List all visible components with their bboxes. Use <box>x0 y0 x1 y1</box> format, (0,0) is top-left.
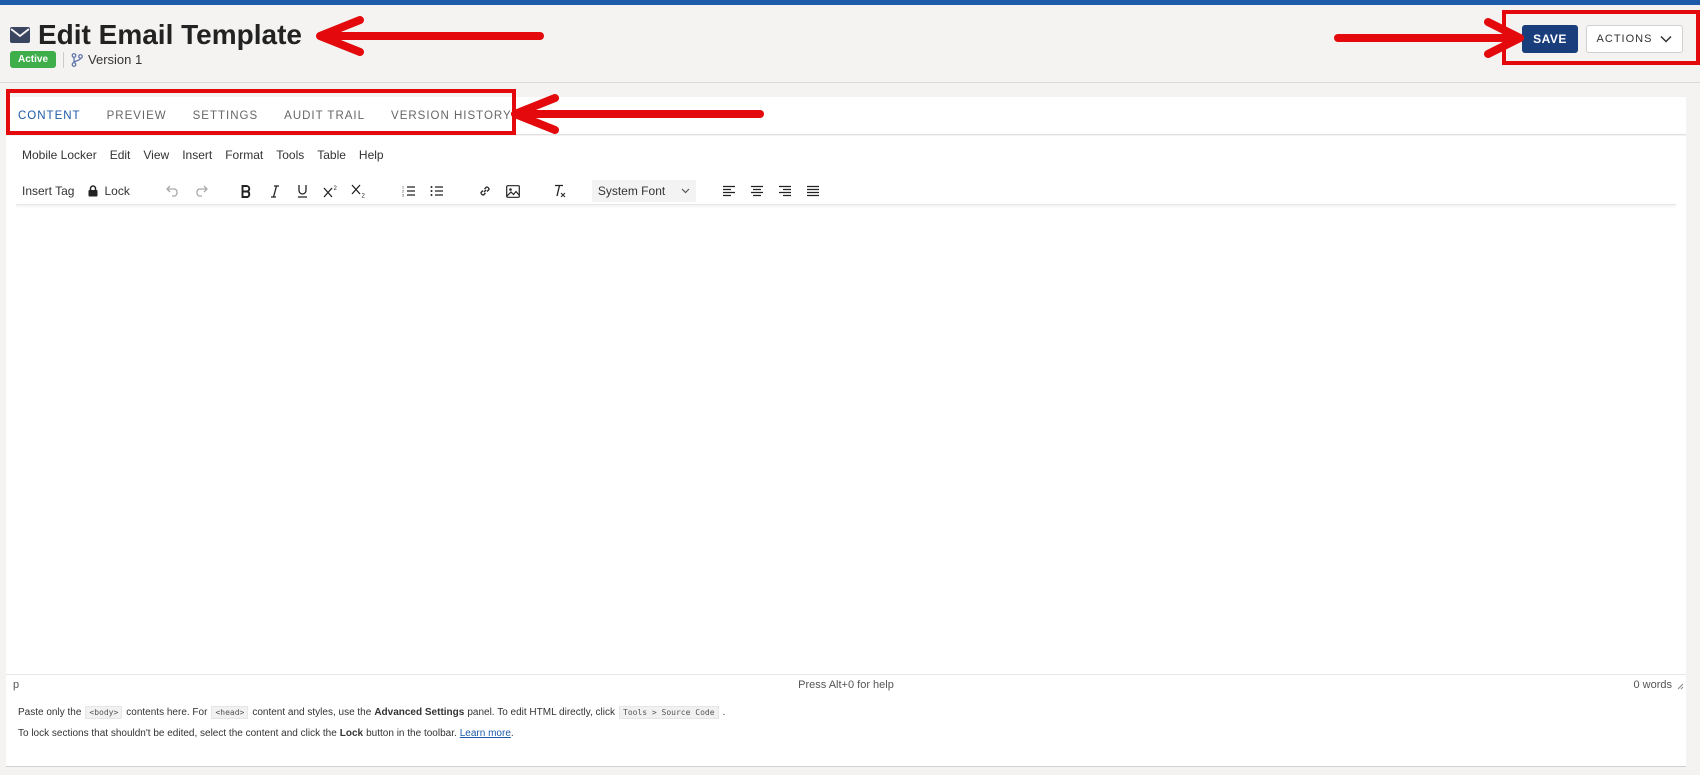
align-left-button[interactable] <box>716 178 742 204</box>
insert-tag-button[interactable]: Insert Tag <box>22 178 74 204</box>
link-icon <box>480 186 490 196</box>
lock-button[interactable]: Lock <box>88 178 130 204</box>
note-text: panel. To edit HTML directly, click <box>467 707 615 718</box>
menu-tools[interactable]: Tools <box>276 148 304 162</box>
underline-icon <box>298 185 308 198</box>
menu-edit[interactable]: Edit <box>110 148 131 162</box>
status-badge: Active <box>10 51 57 68</box>
menu-insert[interactable]: Insert <box>182 148 212 162</box>
align-center-button[interactable] <box>744 178 770 204</box>
editor-content-area[interactable] <box>6 208 1686 674</box>
align-right-button[interactable] <box>772 178 798 204</box>
superscript-icon: 2 <box>323 186 337 198</box>
branch-icon <box>71 52 83 67</box>
underline-button[interactable] <box>290 178 316 204</box>
justify-icon <box>806 185 819 197</box>
menu-view[interactable]: View <box>143 148 169 162</box>
note-text: button in the toolbar. <box>366 728 457 739</box>
editor-menubar: Mobile Locker Edit View Insert Format To… <box>22 148 397 162</box>
chevron-down-icon <box>681 188 690 194</box>
editor-statusbar: p Press Alt+0 for help 0 words <box>6 674 1686 694</box>
align-center-icon <box>750 185 763 197</box>
rich-text-editor: Mobile Locker Edit View Insert Format To… <box>6 136 1686 696</box>
font-family-value: System Font <box>597 184 666 198</box>
numbered-list-icon: 123 <box>402 186 415 198</box>
note-text: Paste only the <box>18 707 82 718</box>
toolbar-divider <box>16 202 1676 205</box>
link-button[interactable] <box>472 178 498 204</box>
meta-row: Active Version 1 <box>10 51 142 68</box>
italic-icon <box>270 184 279 198</box>
editor-help-notes: Paste only the <body> contents here. For… <box>6 695 1686 767</box>
note-bold: Advanced Settings <box>374 707 465 718</box>
note-line-1: Paste only the <body> contents here. For… <box>18 706 725 719</box>
note-text: contents here. For <box>126 707 208 718</box>
note-code: Tools > Source Code <box>619 706 719 719</box>
undo-button[interactable] <box>160 178 186 204</box>
page-title: Edit Email Template <box>38 19 302 50</box>
font-family-select[interactable]: System Font <box>591 180 696 202</box>
note-code: <body> <box>85 706 123 719</box>
justify-button[interactable] <box>800 178 826 204</box>
title-row: Edit Email Template <box>10 19 302 51</box>
version-label[interactable]: Version 1 <box>88 52 142 67</box>
resize-grip-icon[interactable] <box>1676 682 1684 690</box>
redo-icon <box>196 185 208 197</box>
annotation-box-tabs <box>6 89 516 135</box>
subscript-icon: 2 <box>351 184 365 199</box>
bold-button[interactable] <box>234 178 260 204</box>
svg-text:2: 2 <box>333 186 337 192</box>
undo-icon <box>165 185 178 197</box>
word-count[interactable]: 0 words <box>1633 679 1672 691</box>
note-text: . <box>722 707 726 718</box>
lock-label: Lock <box>104 184 130 198</box>
note-text: . <box>510 728 514 739</box>
svg-text:3: 3 <box>402 194 404 198</box>
align-left-icon <box>722 185 735 197</box>
superscript-button[interactable]: 2 <box>318 178 344 204</box>
envelope-icon <box>10 27 30 43</box>
align-right-icon <box>778 185 791 197</box>
bullet-list-icon <box>430 186 443 196</box>
menu-mobile-locker[interactable]: Mobile Locker <box>22 148 97 162</box>
editor-toolbar: Insert Tag Lock 2 2 123 System Font <box>22 178 1662 204</box>
note-bold: Lock <box>339 728 364 739</box>
image-icon <box>505 184 520 198</box>
svg-text:2: 2 <box>361 194 365 199</box>
help-hint: Press Alt+0 for help <box>798 679 894 691</box>
meta-divider <box>63 51 65 68</box>
page-header: Edit Email Template Active Version 1 SAV… <box>0 5 1700 83</box>
redo-button[interactable] <box>188 178 214 204</box>
annotation-box-header-buttons <box>1502 10 1700 65</box>
image-button[interactable] <box>500 178 526 204</box>
bullet-list-button[interactable] <box>424 178 450 204</box>
italic-button[interactable] <box>262 178 288 204</box>
subscript-button[interactable]: 2 <box>346 178 372 204</box>
note-line-2: To lock sections that shouldn't be edite… <box>18 728 514 739</box>
clear-formatting-button[interactable] <box>546 178 572 204</box>
learn-more-link[interactable]: Learn more <box>460 728 511 739</box>
menu-table[interactable]: Table <box>317 148 346 162</box>
menu-format[interactable]: Format <box>225 148 263 162</box>
note-code: <head> <box>211 706 249 719</box>
clear-formatting-icon <box>554 184 566 198</box>
numbered-list-button[interactable]: 123 <box>396 178 422 204</box>
note-text: content and styles, use the <box>252 707 372 718</box>
lock-icon <box>88 185 98 197</box>
menu-help[interactable]: Help <box>359 148 384 162</box>
bold-icon <box>241 184 251 198</box>
note-text: To lock sections that shouldn't be edite… <box>18 728 337 739</box>
